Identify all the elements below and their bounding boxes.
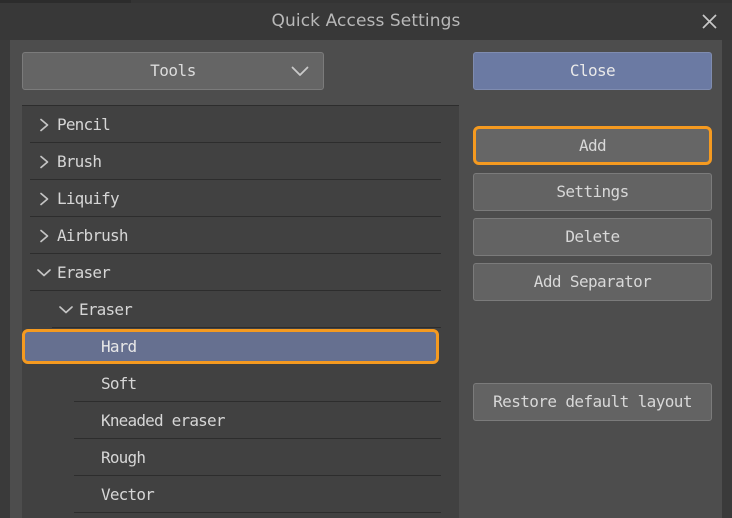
chevron-down-icon[interactable] <box>36 265 52 281</box>
tree-row-content: Vector <box>22 476 441 513</box>
tree-row-label: Brush <box>57 152 102 171</box>
dialog-frame-left <box>0 40 10 518</box>
chevron-right-icon[interactable] <box>36 154 52 170</box>
tree-row[interactable]: Kneaded eraser <box>22 402 441 439</box>
close-window-button[interactable] <box>690 3 728 40</box>
tree-row[interactable]: Liquify <box>22 180 441 217</box>
add-separator-button[interactable]: Add Separator <box>473 263 712 301</box>
tree-row-label: Pencil <box>57 115 111 134</box>
quick-access-settings-dialog: Quick Access Settings Tools Pencil Brush L… <box>0 0 732 518</box>
tree-row[interactable]: Rough <box>22 439 441 476</box>
category-dropdown-value: Tools <box>150 61 196 80</box>
chevron-down-icon <box>291 53 309 89</box>
dialog-frame-right <box>722 40 732 518</box>
tree-row-content: Pencil <box>22 106 441 143</box>
tree-row-label: Eraser <box>57 263 111 282</box>
quick-access-item-list[interactable]: Pencil Brush Liquify Airbrush Eraser Eraser Ha… <box>22 105 459 518</box>
tree-row-label: Kneaded eraser <box>101 411 225 430</box>
tree-row[interactable]: Hard <box>22 328 441 365</box>
title-bar: Quick Access Settings <box>0 3 732 40</box>
chevron-right-icon[interactable] <box>36 117 52 133</box>
tree-row[interactable]: Airbrush <box>22 217 441 254</box>
tree-row[interactable]: Pencil <box>22 106 441 143</box>
tree-row-content: Rough <box>22 439 441 476</box>
tree-row-content: Brush <box>22 143 441 180</box>
tree-row[interactable]: Vector <box>22 476 441 513</box>
tree-row-content: Eraser <box>22 254 441 291</box>
settings-button[interactable]: Settings <box>473 173 712 211</box>
tree-row[interactable]: Eraser <box>22 254 441 291</box>
tree-row-content: Airbrush <box>22 217 441 254</box>
restore-default-layout-button[interactable]: Restore default layout <box>473 383 712 421</box>
tree-row-content: Eraser <box>22 291 441 328</box>
category-dropdown[interactable]: Tools <box>22 52 324 90</box>
tree-row-content: Kneaded eraser <box>22 402 441 439</box>
tree-row[interactable]: Soft <box>22 365 441 402</box>
close-x-icon <box>701 13 718 30</box>
row-separator <box>74 512 441 513</box>
tree-row-label: Airbrush <box>57 226 128 245</box>
tree-rows: Pencil Brush Liquify Airbrush Eraser Eraser Ha… <box>22 106 441 513</box>
tree-row-label: Soft <box>101 374 137 393</box>
tree-row-label: Liquify <box>57 189 120 208</box>
tree-row[interactable]: Eraser <box>22 291 441 328</box>
tree-row[interactable]: Brush <box>22 143 441 180</box>
tree-row-label: Vector <box>101 485 155 504</box>
tree-row-content: Soft <box>22 365 441 402</box>
dialog-title: Quick Access Settings <box>271 11 461 31</box>
chevron-right-icon[interactable] <box>36 228 52 244</box>
delete-button[interactable]: Delete <box>473 218 712 256</box>
add-button[interactable]: Add <box>473 126 712 165</box>
chevron-right-icon[interactable] <box>36 191 52 207</box>
tree-row-label: Rough <box>101 448 146 467</box>
tree-row-label: Hard <box>101 337 137 356</box>
close-button[interactable]: Close <box>473 52 712 90</box>
tree-row-content: Hard <box>22 328 441 365</box>
tree-row-label: Eraser <box>79 300 133 319</box>
tree-row-content: Liquify <box>22 180 441 217</box>
chevron-down-icon[interactable] <box>58 302 74 318</box>
